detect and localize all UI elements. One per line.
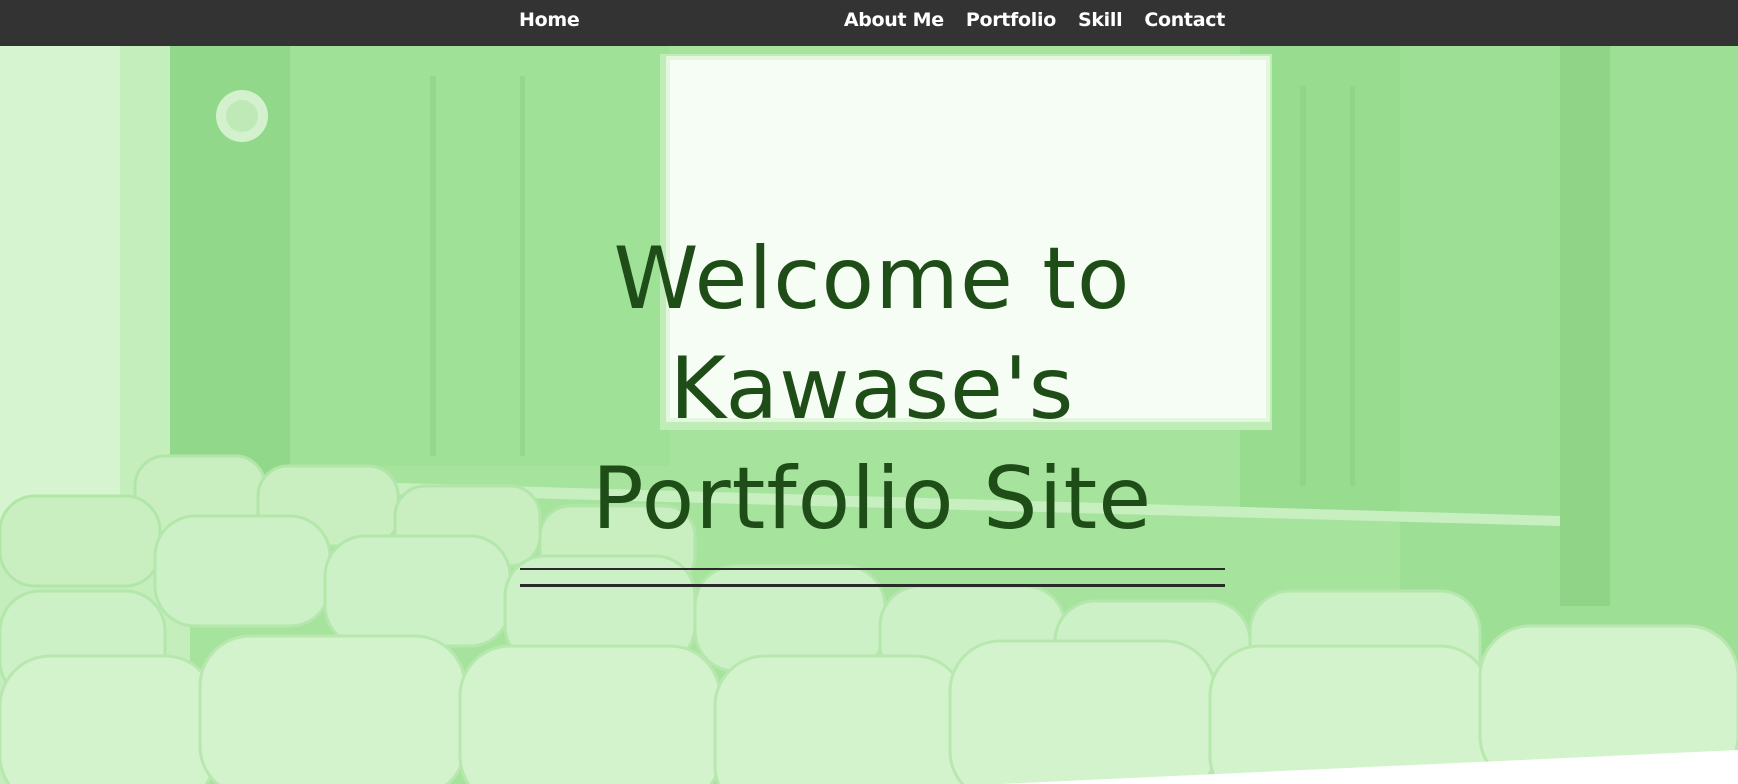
hero-title: Welcome to Kawase's Portfolio Site — [519, 224, 1225, 554]
nav-contact-link[interactable]: Contact — [1144, 9, 1225, 31]
title-divider-top — [520, 568, 1225, 570]
top-navbar: Home About Me Portfolio Skill Contact — [0, 0, 1738, 46]
nav-portfolio-link[interactable]: Portfolio — [966, 9, 1056, 31]
title-divider-bottom — [520, 584, 1225, 587]
nav-menu: About Me Portfolio Skill Contact — [844, 9, 1225, 31]
nav-skill-link[interactable]: Skill — [1078, 9, 1123, 31]
nav-home-link[interactable]: Home — [519, 9, 580, 31]
hero-title-line-1: Welcome to — [613, 229, 1131, 329]
hero-title-line-2: Kawase's — [669, 339, 1075, 439]
section-bottom-wave — [1000, 750, 1738, 784]
hero-title-line-3: Portfolio Site — [591, 449, 1153, 549]
hero-section: Welcome to Kawase's Portfolio Site — [0, 46, 1738, 784]
nav-about-me-link[interactable]: About Me — [844, 9, 944, 31]
